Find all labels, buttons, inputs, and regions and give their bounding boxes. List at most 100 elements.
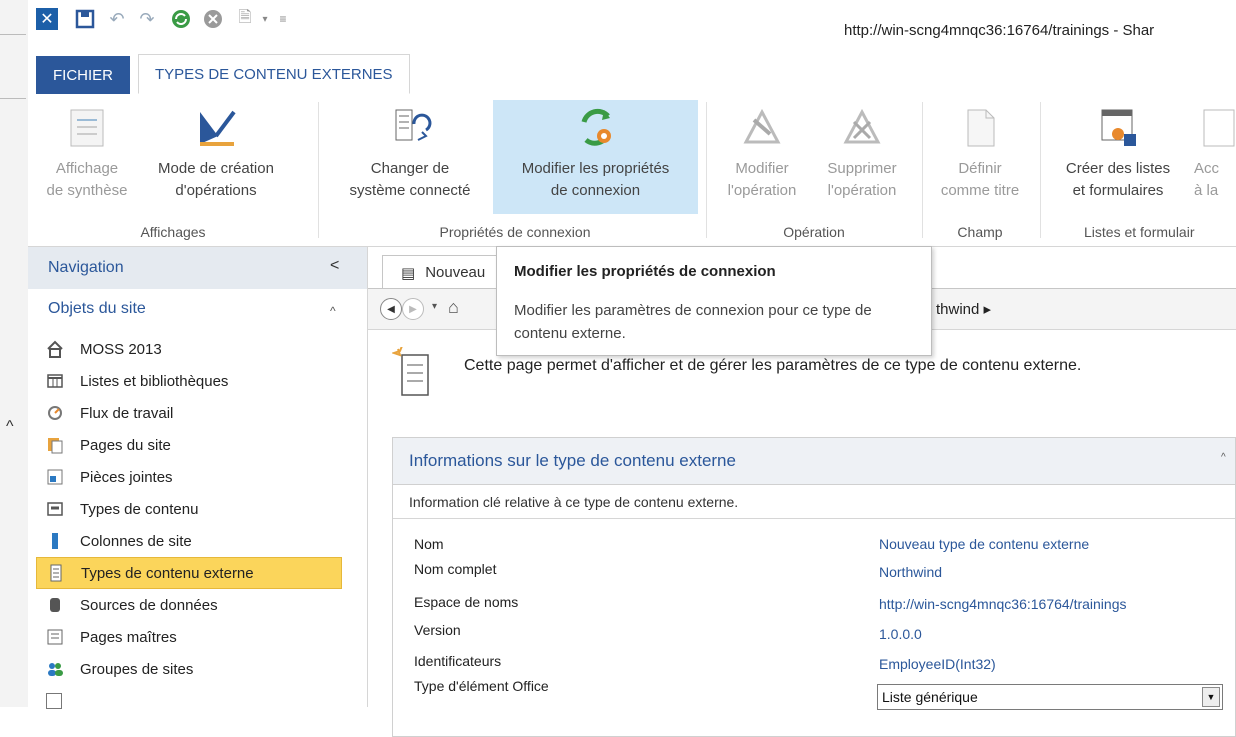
nav-item-label: Pièces jointes (80, 468, 173, 486)
delete-operation-icon (840, 106, 884, 150)
field-value-namespace[interactable]: http://win-scng4mnqc36:16764/trainings (879, 596, 1126, 612)
nav-item-label: MOSS 2013 (80, 340, 162, 358)
edit-connection-label-2: de connexion (550, 182, 641, 199)
site-objects-header[interactable]: Objets du site (48, 300, 146, 318)
sharepoint-designer-icon[interactable]: ✕ (36, 8, 58, 30)
ribbon-tabs: FICHIER TYPES DE CONTENU EXTERNES (28, 52, 1236, 95)
summary-view-label-1: Affichage (55, 160, 119, 177)
field-label-display-name: Nom complet (414, 561, 497, 577)
home-icon (46, 340, 64, 358)
expand-caret-icon[interactable]: ^ (6, 418, 14, 436)
change-system-icon (388, 106, 432, 150)
edit-operation-label-2: l'opération (727, 182, 797, 199)
group-label-operation: Opération (783, 224, 845, 240)
group-label-connection-properties: Propriétés de connexion (439, 224, 591, 240)
tab-file[interactable]: FICHIER (36, 56, 130, 94)
field-label-namespace: Espace de noms (414, 594, 519, 610)
group-label-field: Champ (957, 224, 1003, 240)
nav-item-data-sources[interactable]: Sources de données (36, 589, 342, 621)
nav-item-lists-libraries[interactable]: Listes et bibliothèques (36, 365, 342, 397)
history-dropdown-icon[interactable]: ▾ (432, 301, 437, 312)
field-value-identifiers[interactable]: EmployeeID(Int32) (879, 656, 996, 672)
group-divider (1040, 102, 1041, 238)
group-divider (706, 102, 707, 238)
nav-item-workflows[interactable]: Flux de travail (36, 397, 342, 429)
nav-item-content-types[interactable]: Types de contenu (36, 493, 342, 525)
preview-icon[interactable]: 🗎 (234, 8, 256, 30)
partial-ribbon-button[interactable]: Acc à la (1194, 100, 1236, 214)
info-section-description: Information clé relative à ce type de co… (409, 494, 739, 510)
quick-access-toolbar: ✕ ↶ ↷ 🗎 ▾ ≡ http://win-scng4mnqc36:16764… (28, 0, 1236, 52)
nav-item-label: Pages du site (80, 436, 171, 454)
field-value-display-name[interactable]: Northwind (879, 564, 942, 580)
refresh-icon[interactable] (170, 8, 192, 30)
tab-external-content-types[interactable]: TYPES DE CONTENU EXTERNES (138, 54, 410, 94)
edit-connection-icon (574, 106, 618, 150)
nav-item-site-pages[interactable]: Pages du site (36, 429, 342, 461)
edit-connection-properties-button[interactable]: Modifier les propriétés de connexion (493, 100, 698, 214)
info-section-header: Informations sur le type de contenu exte… (393, 438, 1235, 485)
delete-operation-button[interactable]: Supprimer l'opération (812, 100, 912, 214)
design-label-1: Mode de création (158, 160, 274, 177)
create-lists-label-1: Créer des listes (1065, 160, 1171, 177)
external-content-type-icon (390, 345, 432, 399)
group-divider (922, 102, 923, 238)
edit-operation-button[interactable]: Modifier l'opération (716, 100, 808, 214)
navigation-title: Navigation (48, 259, 124, 276)
background-tab (0, 8, 26, 35)
group-label-views: Affichages (140, 224, 206, 240)
page-icon: ▤ (401, 264, 416, 282)
field-label-version: Version (414, 622, 461, 638)
nav-item-attachments[interactable]: Pièces jointes (36, 461, 342, 493)
nav-item-master-pages[interactable]: Pages maîtres (36, 621, 342, 653)
background-window-strip: ^ (0, 0, 29, 707)
summary-view-label-2: de synthèse (46, 182, 128, 199)
operations-design-button[interactable]: Mode de création d'opérations (146, 100, 286, 214)
summary-view-button[interactable]: Affichage de synthèse (38, 100, 136, 214)
stop-icon[interactable] (202, 8, 224, 30)
set-title-label-1: Définir (958, 160, 1002, 177)
tooltip-body: Modifier les paramètres de connexion pou… (514, 302, 872, 342)
customize-toolbar-icon[interactable]: ≡ (272, 8, 294, 30)
home-icon[interactable]: ⌂ (448, 297, 459, 318)
create-lists-forms-button[interactable]: Créer des listes et formulaires (1048, 100, 1188, 214)
nav-item-site-groups[interactable]: Groupes de sites (36, 653, 342, 685)
field-label-office-item-type: Type d'élément Office (414, 678, 549, 694)
nav-item-label: Types de contenu (80, 500, 199, 518)
field-value-name[interactable]: Nouveau type de contenu externe (879, 536, 1089, 552)
save-icon[interactable] (74, 8, 96, 30)
nav-item-site-columns[interactable]: Colonnes de site (36, 525, 342, 557)
collapse-section-icon[interactable]: ^ (1221, 452, 1226, 463)
back-icon[interactable]: ◀ (380, 298, 402, 320)
chevron-up-icon[interactable]: ^ (330, 304, 336, 318)
chevron-down-icon[interactable]: ▼ (1202, 687, 1220, 707)
delete-operation-label-1: Supprimer (827, 160, 897, 177)
navigation-header: Navigation < (28, 247, 367, 289)
nav-item-label: Groupes de sites (80, 660, 194, 678)
office-item-type-select[interactable]: Liste générique ▼ (877, 684, 1223, 710)
external-content-icon (47, 564, 65, 582)
ribbon-tooltip: Modifier les propriétés de connexion Mod… (496, 246, 932, 356)
change-system-button[interactable]: Changer de système connecté (330, 100, 490, 214)
set-as-title-button[interactable]: Définir comme titre (932, 100, 1028, 214)
master-page-icon (46, 628, 64, 646)
undo-icon[interactable]: ↶ (106, 8, 128, 30)
nav-item-label: Colonnes de site (80, 532, 192, 550)
redo-icon[interactable]: ↷ (136, 8, 158, 30)
collapse-nav-icon[interactable]: < (330, 257, 339, 275)
nav-item-moss-2013[interactable]: MOSS 2013 (36, 333, 342, 365)
site-pages-icon (46, 436, 64, 454)
design-label-2: d'opérations (175, 182, 257, 199)
group-divider (318, 102, 319, 238)
breadcrumb-current[interactable]: thwind ▸ (936, 300, 991, 318)
nav-item-label: Flux de travail (80, 404, 174, 422)
change-system-label-1: Changer de (370, 160, 450, 177)
change-system-label-2: système connecté (349, 182, 471, 199)
create-lists-label-2: et formulaires (1072, 182, 1164, 199)
info-section-title: Informations sur le type de contenu exte… (409, 451, 736, 470)
set-title-icon (958, 106, 1002, 150)
nav-item-external-content-types[interactable]: Types de contenu externe (36, 557, 342, 589)
forward-icon[interactable]: ▶ (402, 298, 424, 320)
page-description: Cette page permet d'afficher et de gérer… (464, 357, 1082, 374)
create-lists-icon (1096, 106, 1140, 150)
